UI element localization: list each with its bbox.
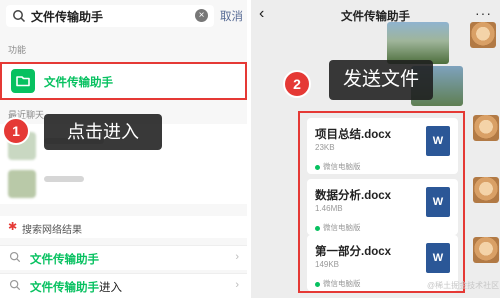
search-query: 文件传输助手	[31, 10, 104, 24]
file-size: 149KB	[315, 260, 340, 269]
clear-icon[interactable]: ×	[195, 9, 208, 22]
avatar[interactable]	[473, 237, 499, 263]
folder-icon	[11, 69, 35, 93]
suggestion-text: 文件传输助手	[30, 254, 99, 266]
callout-send-file: 发送文件	[329, 60, 433, 100]
avatar[interactable]	[470, 22, 496, 48]
file-source: 微信电脑版	[315, 161, 361, 172]
search-bar: 文件传输助手 × 取消	[0, 0, 247, 32]
avatar[interactable]	[473, 115, 499, 141]
file-transfer-result[interactable]: 文件传输助手	[0, 62, 247, 100]
web-results-label: 搜索网络结果	[22, 225, 82, 236]
sent-files-highlight: 项目总结.docx 23KB 微信电脑版 W 数据分析.docx 1.46MB …	[298, 111, 465, 293]
step-badge-2: 2	[283, 70, 311, 98]
source-dot-icon	[315, 281, 320, 287]
source-dot-icon	[315, 164, 320, 170]
file-message[interactable]: 数据分析.docx 1.46MB 微信电脑版 W	[307, 179, 458, 235]
word-doc-icon: W	[426, 243, 450, 273]
star-icon: ✱	[8, 221, 18, 233]
search-icon	[9, 279, 21, 291]
file-source: 微信电脑版	[315, 278, 361, 289]
web-results-header: ✱ 搜索网络结果	[0, 216, 247, 238]
word-doc-icon: W	[426, 126, 450, 156]
search-icon	[13, 10, 26, 23]
search-panel: 文件传输助手 × 取消 功能 文件传输助手 最近聊天 ✱ 搜索网络结果 文件传输…	[0, 0, 247, 298]
watermark: @稀土掘金技术社区	[427, 281, 500, 290]
chevron-right-icon: ›	[235, 279, 239, 291]
avatar	[8, 170, 36, 198]
file-source: 微信电脑版	[315, 222, 361, 233]
more-icon[interactable]: ···	[475, 5, 492, 21]
search-input[interactable]: 文件传输助手 ×	[6, 5, 214, 27]
file-size: 23KB	[315, 143, 335, 152]
sent-photo[interactable]	[387, 22, 449, 64]
file-transfer-label: 文件传输助手	[44, 77, 113, 89]
file-name: 数据分析.docx	[315, 190, 392, 202]
chat-panel: ‹ 文件传输助手 ··· 发送文件 2 项目总结.docx 23KB 微信电脑版…	[251, 0, 500, 298]
file-size: 1.46MB	[315, 204, 343, 213]
section-function-label: 功能	[8, 45, 27, 55]
chat-title: 文件传输助手	[341, 11, 410, 23]
chevron-right-icon: ›	[235, 251, 239, 263]
avatar[interactable]	[473, 177, 499, 203]
suggestion-item[interactable]: 文件传输助手 ›	[0, 245, 247, 270]
file-message[interactable]: 项目总结.docx 23KB 微信电脑版 W	[307, 118, 458, 174]
step-badge-1: 1	[2, 117, 30, 145]
cancel-button[interactable]: 取消	[220, 8, 243, 24]
search-icon	[9, 251, 21, 263]
blurred-text	[44, 176, 84, 182]
file-name: 第一部分.docx	[315, 246, 392, 258]
word-doc-icon: W	[426, 187, 450, 217]
source-dot-icon	[315, 225, 320, 231]
callout-click-enter: 点击进入	[44, 114, 162, 150]
file-name: 项目总结.docx	[315, 129, 392, 141]
suggestion-text: 文件传输助手进入	[30, 282, 122, 294]
suggestion-item[interactable]: 文件传输助手进入 ›	[0, 273, 247, 298]
